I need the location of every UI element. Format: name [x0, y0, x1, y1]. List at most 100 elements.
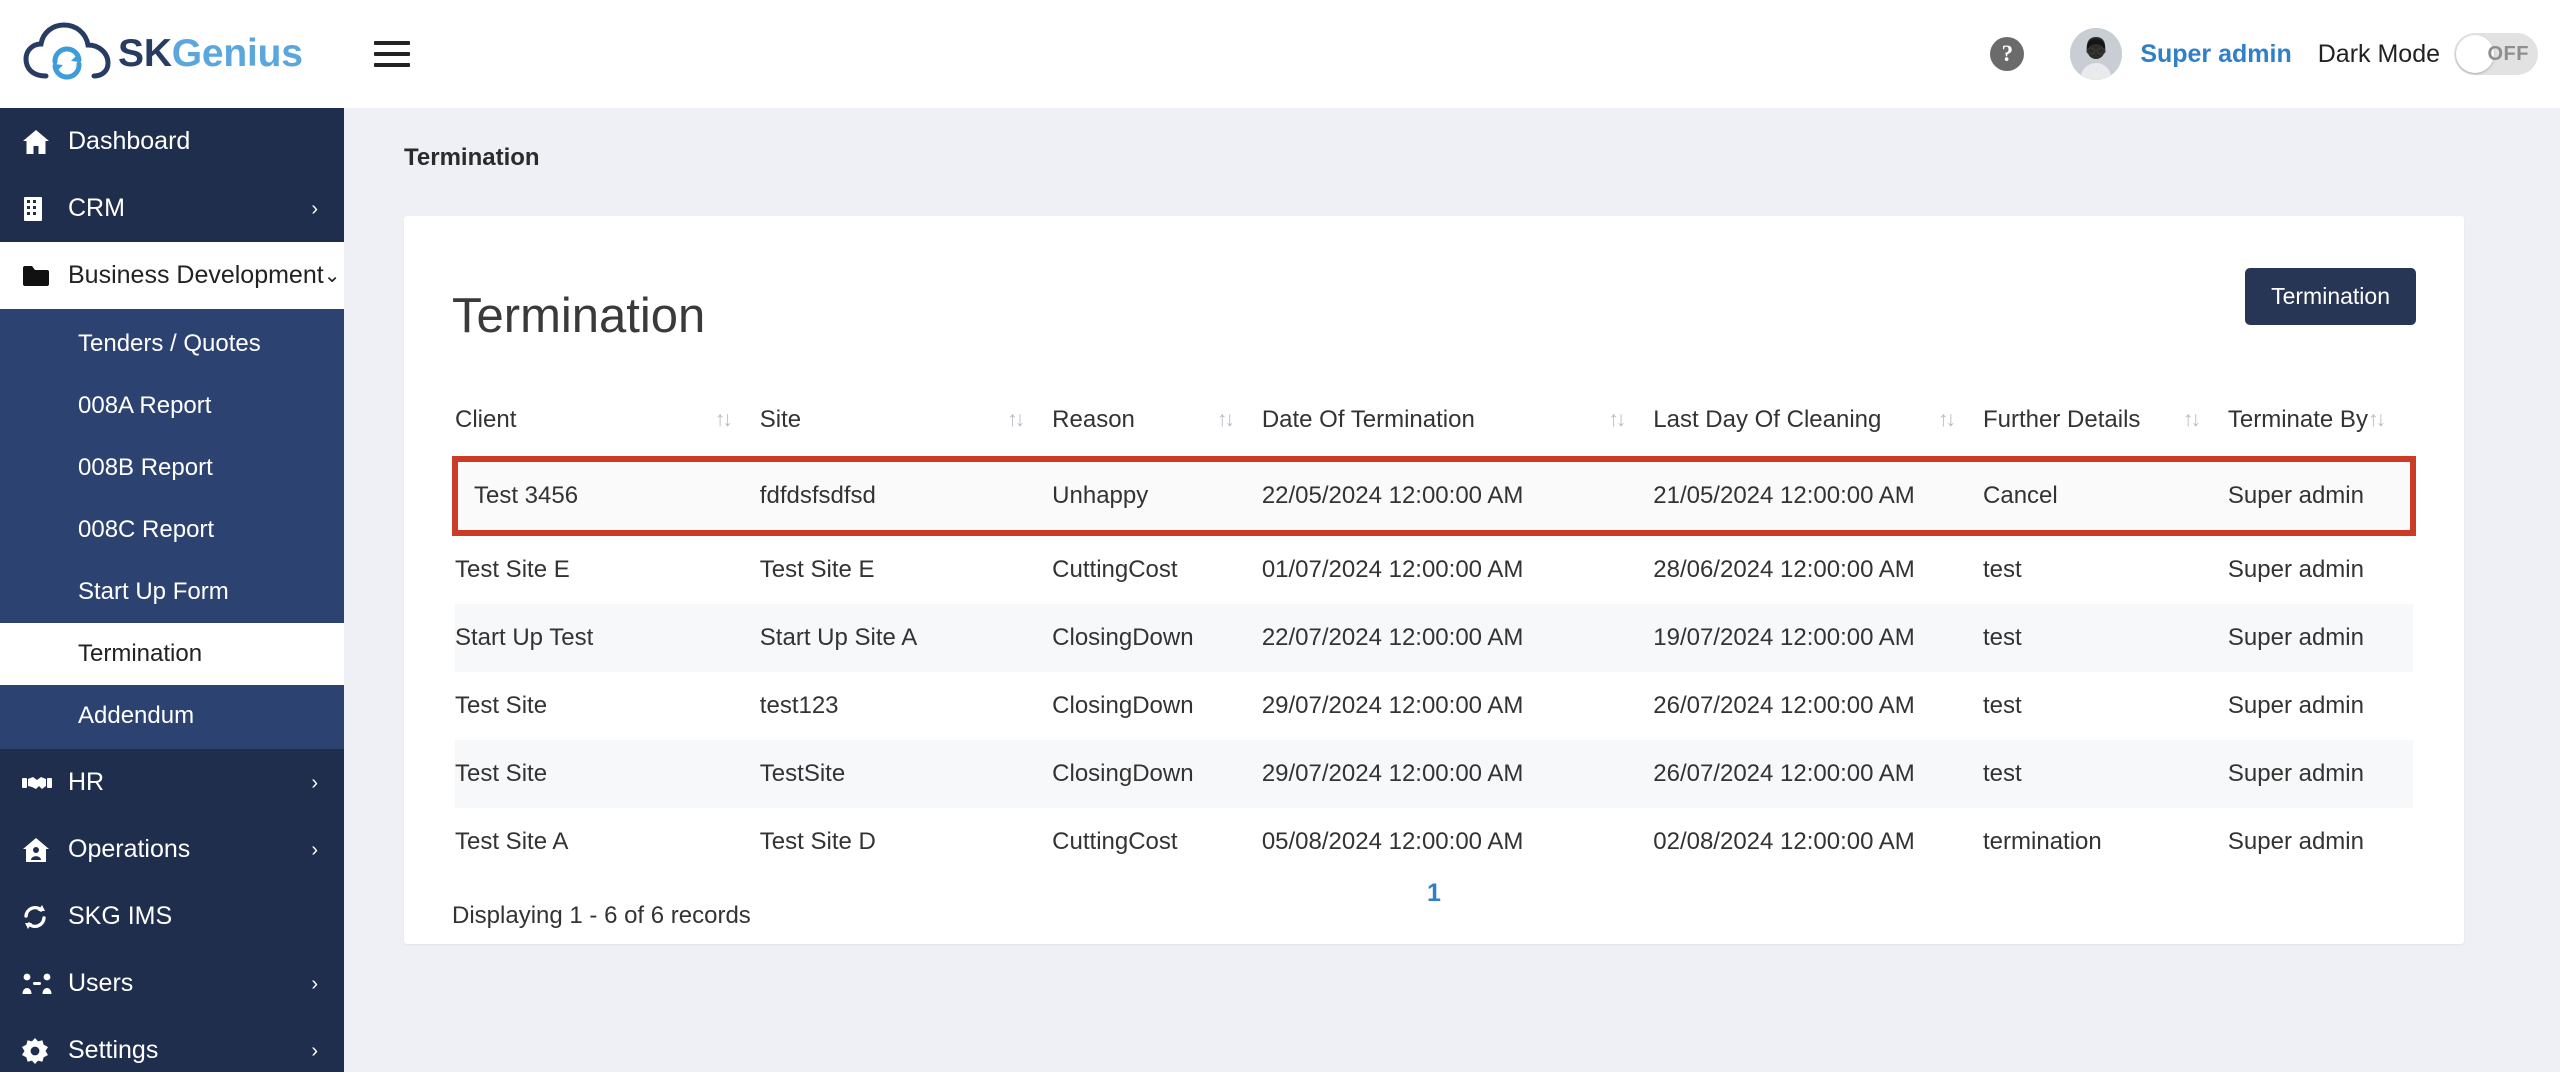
- column-header-site[interactable]: Site ↑↓: [759, 405, 1053, 460]
- users-icon: [22, 972, 62, 996]
- cell-date-of-termination: 01/07/2024 12:00:00 AM: [1261, 555, 1524, 583]
- house-person-icon: [22, 837, 62, 863]
- table-header-row: Client ↑↓ Site ↑↓ Reason ↑↓ Date Of Termina…: [455, 405, 2413, 460]
- building-icon: [22, 196, 62, 222]
- table-row[interactable]: Test Site E Test Site E CuttingCost 01/0…: [455, 533, 2413, 604]
- cell-terminate-by: Super admin: [2227, 739, 2413, 808]
- sidebar-item-label: HR: [68, 768, 105, 796]
- cell-last-day-of-cleaning: 21/05/2024 12:00:00 AM: [1653, 455, 1984, 536]
- sidebar-item-crm[interactable]: CRM ›: [0, 175, 344, 242]
- column-header-last-day-of-cleaning[interactable]: Last Day Of Cleaning ↑↓: [1653, 405, 1984, 460]
- sidebar-item-dashboard[interactable]: Dashboard: [0, 108, 344, 175]
- username-link[interactable]: Super admin: [2140, 40, 2291, 69]
- cell-terminate-by: Super admin: [2227, 455, 2417, 536]
- sort-icon[interactable]: ↑↓: [1608, 409, 1653, 430]
- cell-reason: ClosingDown: [1052, 603, 1262, 672]
- handshake-icon: [22, 774, 62, 792]
- sort-icon[interactable]: ↑↓: [2183, 409, 2228, 430]
- chevron-right-icon: ›: [311, 1039, 318, 1062]
- dark-mode-toggle[interactable]: OFF: [2454, 33, 2538, 75]
- cell-date-of-termination: 29/07/2024 12:00:00 AM: [1261, 691, 1524, 719]
- sidebar-item-hr[interactable]: HR ›: [0, 749, 344, 816]
- chevron-right-icon: ›: [311, 838, 318, 861]
- cell-reason: Unhappy: [1052, 455, 1262, 536]
- hamburger-icon[interactable]: [374, 32, 418, 76]
- sort-icon[interactable]: ↑↓: [1217, 409, 1262, 430]
- hamburger-bar: [374, 41, 410, 45]
- column-header-date-of-termination[interactable]: Date Of Termination ↑↓: [1261, 405, 1654, 460]
- cell-further-details: termination: [1983, 827, 2102, 855]
- cell-client: Test Site E: [455, 555, 570, 583]
- toggle-state-label: OFF: [2487, 42, 2529, 65]
- column-label: Last Day Of Cleaning: [1653, 405, 1882, 433]
- folder-icon: [22, 265, 62, 287]
- sort-icon[interactable]: ↑↓: [2368, 409, 2413, 430]
- breadcrumb: Termination: [404, 144, 540, 171]
- sidebar-item-label: Users: [68, 969, 134, 997]
- table-row[interactable]: Test Site A Test Site D CuttingCost 05/0…: [455, 808, 2413, 876]
- cell-date-of-termination: 05/08/2024 12:00:00 AM: [1261, 827, 1524, 855]
- avatar[interactable]: [2070, 28, 2123, 80]
- sidebar-subitem-008c-report[interactable]: 008C Report: [0, 499, 344, 561]
- sidebar-subitem-termination[interactable]: Termination: [0, 623, 344, 685]
- cell-client: Test Site: [455, 691, 548, 719]
- column-header-further-details[interactable]: Further Details ↑↓: [1983, 405, 2228, 460]
- column-header-reason[interactable]: Reason ↑↓: [1052, 405, 1262, 460]
- cell-terminate-by: Super admin: [2227, 691, 2364, 719]
- table-row[interactable]: Test 3456 fdfdsfsdfsd Unhappy 22/05/2024…: [452, 455, 2417, 536]
- column-label: Client: [455, 405, 517, 433]
- hamburger-bar: [374, 52, 410, 56]
- column-header-client[interactable]: Client ↑↓: [455, 405, 760, 460]
- cell-client: Test Site A: [455, 827, 569, 855]
- cell-site: Start Up Site A: [759, 603, 1053, 672]
- sidebar-subitem-start-up-form[interactable]: Start Up Form: [0, 561, 344, 623]
- sidebar-subitem-008a-report[interactable]: 008A Report: [0, 375, 344, 437]
- chevron-right-icon: ›: [311, 972, 318, 995]
- sort-icon[interactable]: ↑↓: [1938, 409, 1983, 430]
- sidebar-subitem-008b-report[interactable]: 008B Report: [0, 437, 344, 499]
- termination-card: Termination Termination Client ↑↓ Site ↑↓ …: [404, 216, 2464, 944]
- brand-logo[interactable]: SKGenius: [0, 0, 344, 108]
- cell-reason: CuttingCost: [1052, 827, 1178, 855]
- table-row[interactable]: Test Site TestSite ClosingDown 29/07/202…: [455, 739, 2413, 808]
- cell-last-day-of-cleaning: 19/07/2024 12:00:00 AM: [1653, 603, 1984, 672]
- table-row[interactable]: Start Up Test Start Up Site A ClosingDow…: [455, 603, 2413, 672]
- cell-further-details: test: [1983, 555, 2022, 583]
- page-number-1[interactable]: 1: [1427, 879, 1441, 908]
- card-header: Termination Termination: [452, 268, 2416, 344]
- sort-icon[interactable]: ↑↓: [1007, 409, 1052, 430]
- column-header-terminate-by[interactable]: Terminate By ↑↓: [2227, 405, 2413, 460]
- page-title: Termination: [452, 289, 706, 343]
- sidebar-item-operations[interactable]: Operations ›: [0, 816, 344, 883]
- table-row[interactable]: Test Site test123 ClosingDown 29/07/2024…: [455, 672, 2413, 740]
- sort-icon[interactable]: ↑↓: [715, 409, 760, 430]
- sidebar-item-business-development[interactable]: Business Development ⌄: [0, 242, 344, 309]
- cell-last-day-of-cleaning: 26/07/2024 12:00:00 AM: [1653, 739, 1984, 808]
- cloud-sync-icon: [23, 22, 111, 80]
- help-circle-icon[interactable]: ?: [1990, 37, 2025, 71]
- sidebar-item-label: CRM: [68, 194, 125, 222]
- gear-icon: [22, 1037, 62, 1064]
- brand-name-secondary: Genius: [171, 32, 303, 75]
- sidebar-item-label: SKG IMS: [68, 902, 173, 930]
- sidebar-item-settings[interactable]: Settings ›: [0, 1017, 344, 1072]
- column-label: Date Of Termination: [1261, 405, 1475, 433]
- sidebar: Dashboard CRM › Business Development ⌄ T…: [0, 108, 344, 1072]
- table-header: Client ↑↓ Site ↑↓ Reason ↑↓ Date Of Termina…: [455, 405, 2413, 460]
- sidebar-subitem-addendum[interactable]: Addendum: [0, 685, 344, 747]
- sidebar-item-label: Settings: [68, 1036, 159, 1064]
- cell-further-details: test: [1983, 691, 2022, 719]
- termination-table: Client ↑↓ Site ↑↓ Reason ↑↓ Date Of Termina…: [452, 405, 2417, 876]
- brand-name-primary: SK: [118, 32, 172, 75]
- sidebar-item-users[interactable]: Users ›: [0, 950, 344, 1017]
- table-body: Test 3456 fdfdsfsdfsd Unhappy 22/05/2024…: [452, 455, 2417, 876]
- cell-date-of-termination: 22/05/2024 12:00:00 AM: [1261, 455, 1654, 536]
- cell-reason: ClosingDown: [1052, 739, 1262, 808]
- cell-last-day-of-cleaning: 02/08/2024 12:00:00 AM: [1653, 827, 1915, 855]
- sidebar-item-skg-ims[interactable]: SKG IMS: [0, 883, 344, 950]
- business-development-submenu: Tenders / Quotes 008A Report 008B Report…: [0, 309, 344, 749]
- chevron-right-icon: ›: [311, 771, 318, 794]
- termination-button[interactable]: Termination: [2245, 268, 2416, 325]
- sidebar-subitem-tenders-quotes[interactable]: Tenders / Quotes: [0, 313, 344, 375]
- cell-further-details: Cancel: [1983, 455, 2228, 536]
